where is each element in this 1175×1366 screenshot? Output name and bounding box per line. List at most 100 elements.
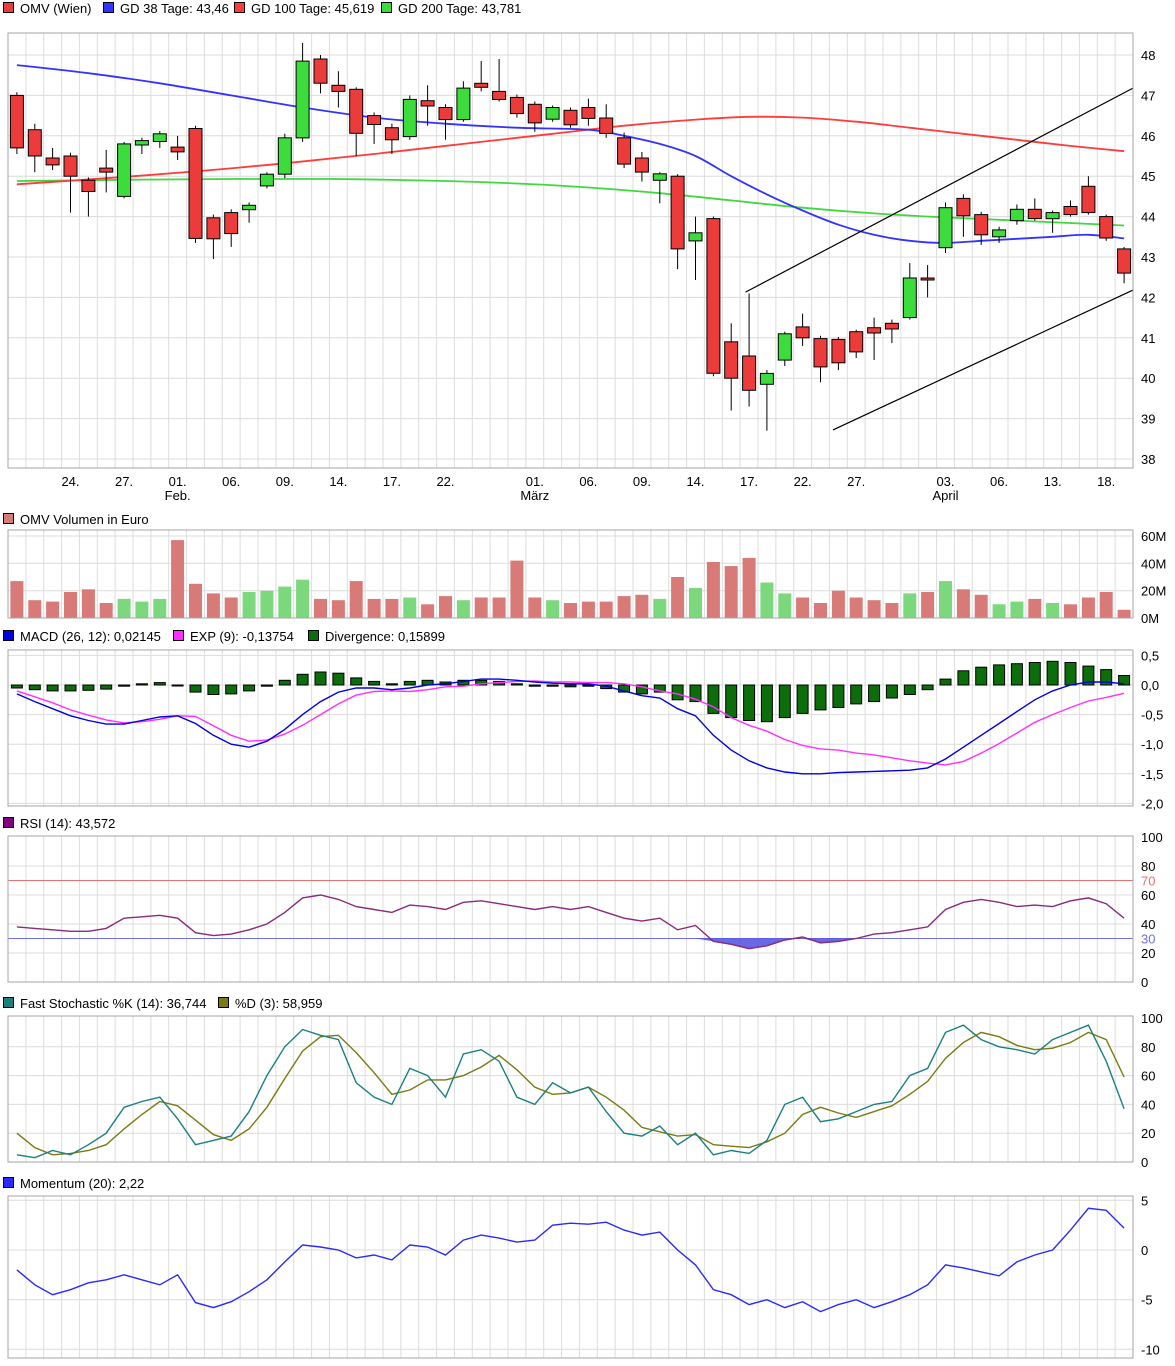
momentum-legend: Momentum (20): 2,22 [0,1175,1175,1192]
svg-text:-1,0: -1,0 [1141,737,1163,752]
legend-label: Fast Stochastic %K (14): 36,744 [20,996,206,1011]
legend-item-stoch-k: Fast Stochastic %K (14): 36,744 [3,996,206,1012]
svg-text:100: 100 [1141,1011,1163,1026]
legend-label: EXP (9): -0,13754 [190,629,294,644]
legend-item-gd200: GD 200 Tage: 43,781 [381,1,521,17]
svg-text:40: 40 [1141,1097,1155,1112]
svg-text:43: 43 [1141,250,1155,265]
svg-text:0: 0 [1141,1155,1148,1170]
rsi-legend: RSI (14): 43,572 [0,815,1175,832]
svg-text:-10: -10 [1141,1342,1160,1357]
macd-legend: MACD (26, 12): 0,02145 EXP (9): -0,13754… [0,628,1175,645]
legend-item-stoch-d: %D (3): 58,959 [218,996,322,1012]
rsi-panel: 1008070604030200 [8,830,1163,990]
svg-text:40M: 40M [1141,556,1166,571]
svg-text:40: 40 [1141,917,1155,932]
gd200-swatch-icon [381,2,392,13]
svg-text:20: 20 [1141,1126,1155,1141]
legend-label: MACD (26, 12): 0,02145 [20,629,161,644]
svg-text:09.: 09. [276,474,294,489]
svg-text:60: 60 [1141,1069,1155,1084]
legend-item-momentum: Momentum (20): 2,22 [3,1176,144,1192]
price-panel: 484746454443424140393824.27.01.06.09.14.… [8,33,1155,503]
svg-text:44: 44 [1141,210,1155,225]
stochastic-panel: 100 80 60 40 20 0 [8,1011,1163,1170]
svg-text:27.: 27. [115,474,133,489]
legend-label: OMV Volumen in Euro [20,512,149,527]
legend-item-omv: OMV (Wien) [3,1,92,17]
legend-item-gd38: GD 38 Tage: 43,46 [103,1,229,17]
svg-text:60M: 60M [1141,529,1166,544]
legend-label: %D (3): 58,959 [235,996,322,1011]
stoch-d-swatch-icon [218,997,229,1008]
svg-text:17.: 17. [383,474,401,489]
svg-text:40: 40 [1141,371,1155,386]
legend-item-gd100: GD 100 Tage: 45,619 [234,1,374,17]
stoch-k-swatch-icon [3,997,14,1008]
svg-text:22.: 22. [436,474,454,489]
svg-text:April: April [932,488,958,503]
macd-panel: 0,5 0,0 -0,5 -1,0 -1,5 -2,0 [8,648,1163,811]
svg-text:70: 70 [1141,874,1155,889]
volume-swatch-icon [3,513,14,524]
svg-text:20: 20 [1141,946,1155,961]
legend-label: OMV (Wien) [20,1,92,16]
legend-item-exp: EXP (9): -0,13754 [173,629,294,645]
svg-text:01.: 01. [526,474,544,489]
svg-text:-1,5: -1,5 [1141,767,1163,782]
svg-text:06.: 06. [222,474,240,489]
svg-text:45: 45 [1141,169,1155,184]
legend-item-rsi: RSI (14): 43,572 [3,816,115,832]
svg-text:0: 0 [1141,1243,1148,1258]
svg-text:März: März [520,488,549,503]
chart-canvas: 484746454443424140393824.27.01.06.09.14.… [0,0,1175,1366]
legend-label: GD 200 Tage: 43,781 [398,1,521,16]
svg-text:46: 46 [1141,129,1155,144]
svg-text:60: 60 [1141,888,1155,903]
svg-text:0,5: 0,5 [1141,648,1159,663]
volume-panel: 60M40M20M0M [8,529,1166,626]
svg-text:-5: -5 [1141,1293,1153,1308]
momentum-panel: 50-5-10 [8,1193,1160,1358]
svg-text:80: 80 [1141,1040,1155,1055]
svg-text:Feb.: Feb. [165,488,191,503]
volume-legend: OMV Volumen in Euro [0,511,1175,528]
omv-swatch-icon [3,2,14,13]
legend-item-divergence: Divergence: 0,15899 [308,629,445,645]
legend-item-macd: MACD (26, 12): 0,02145 [3,629,161,645]
rsi-swatch-icon [3,817,14,828]
svg-text:-2,0: -2,0 [1141,796,1163,811]
svg-text:17.: 17. [740,474,758,489]
svg-text:22.: 22. [794,474,812,489]
svg-text:100: 100 [1141,830,1163,845]
svg-text:0M: 0M [1141,611,1159,626]
legend-label: GD 38 Tage: 43,46 [120,1,229,16]
svg-text:24.: 24. [61,474,79,489]
divergence-swatch-icon [308,630,319,641]
svg-text:14.: 14. [329,474,347,489]
svg-text:03.: 03. [936,474,954,489]
legend-label: RSI (14): 43,572 [20,816,115,831]
macd-swatch-icon [3,630,14,641]
svg-text:01.: 01. [169,474,187,489]
svg-text:41: 41 [1141,331,1155,346]
svg-text:13.: 13. [1044,474,1062,489]
gd38-swatch-icon [103,2,114,13]
svg-text:80: 80 [1141,859,1155,874]
exp-swatch-icon [173,630,184,641]
svg-text:47: 47 [1141,88,1155,103]
svg-text:14.: 14. [686,474,704,489]
svg-text:-0,5: -0,5 [1141,708,1163,723]
svg-text:0,0: 0,0 [1141,678,1159,693]
svg-text:09.: 09. [633,474,651,489]
legend-label: Momentum (20): 2,22 [20,1176,144,1191]
legend-label: GD 100 Tage: 45,619 [251,1,374,16]
svg-text:27.: 27. [847,474,865,489]
svg-text:0: 0 [1141,975,1148,990]
price-legend: OMV (Wien) GD 38 Tage: 43,46 GD 100 Tage… [0,0,1175,17]
svg-text:42: 42 [1141,290,1155,305]
gd100-swatch-icon [234,2,245,13]
svg-text:48: 48 [1141,48,1155,63]
svg-text:39: 39 [1141,412,1155,427]
stochastic-legend: Fast Stochastic %K (14): 36,744 %D (3): … [0,995,1175,1012]
